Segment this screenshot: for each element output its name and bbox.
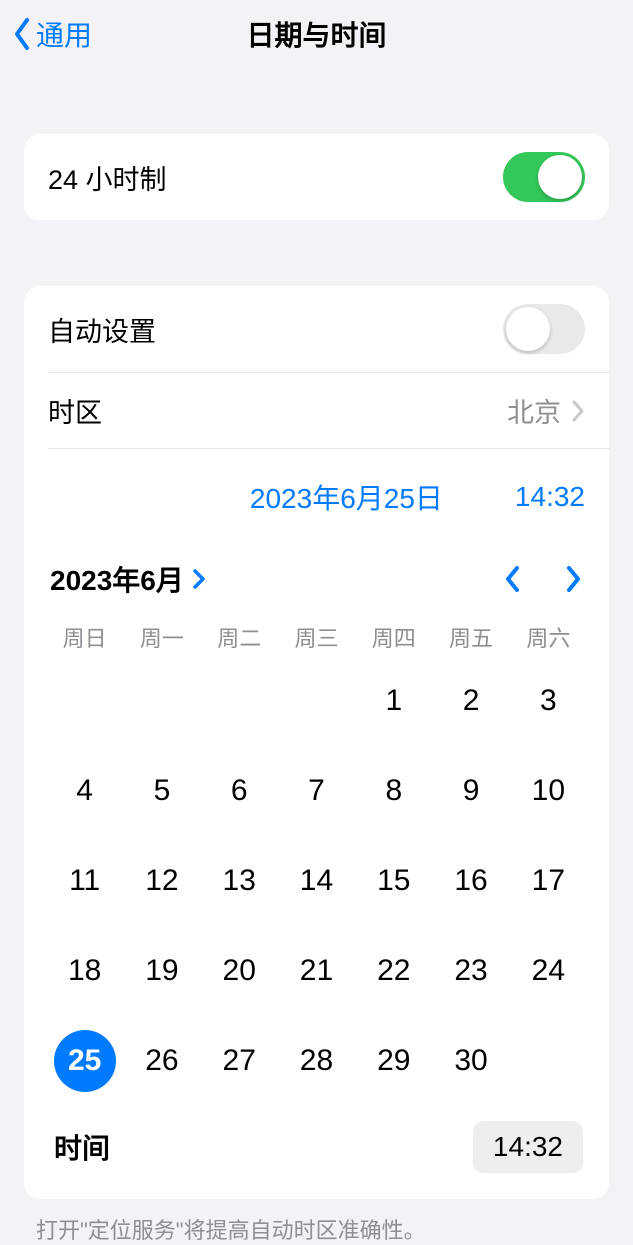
section-24hour: 24 小时制 (24, 134, 609, 220)
day-cell[interactable]: 2 (432, 669, 509, 733)
day-cell[interactable]: 11 (46, 849, 123, 913)
day-cell[interactable]: 16 (432, 849, 509, 913)
day-cell[interactable]: 21 (278, 939, 355, 1003)
chevron-right-icon (192, 568, 206, 590)
weekday-label: 周二 (201, 621, 278, 653)
toggle-24hour[interactable] (503, 152, 585, 202)
day-cell[interactable]: 15 (355, 849, 432, 913)
page-title: 日期与时间 (246, 14, 386, 54)
time-label: 时间 (50, 1127, 110, 1167)
day-cell[interactable]: 18 (46, 939, 123, 1003)
day-cell[interactable]: 8 (355, 759, 432, 823)
day-cell[interactable]: 25 (46, 1029, 123, 1093)
time-picker[interactable]: 14:32 (473, 1121, 583, 1173)
day-cell[interactable]: 20 (201, 939, 278, 1003)
section-datetime: 自动设置 时区 北京 2023年6月25日 14:32 2023年6月 (24, 286, 609, 1199)
header: 通用 日期与时间 (0, 0, 633, 68)
weekday-label: 周日 (46, 621, 123, 653)
calendar: 2023年6月 周日周一周二周三周四周五周六 12345678910111213… (24, 537, 609, 1199)
day-cell[interactable]: 13 (201, 849, 278, 913)
day-cell[interactable]: 28 (278, 1029, 355, 1093)
prev-month-button[interactable] (503, 564, 521, 594)
toggle-autoset[interactable] (503, 304, 585, 354)
day-cell[interactable]: 3 (510, 669, 587, 733)
weekday-label: 周四 (355, 621, 432, 653)
chevron-right-icon (571, 399, 585, 423)
day-empty (123, 669, 200, 733)
month-nav (503, 564, 583, 594)
day-cell[interactable]: 4 (46, 759, 123, 823)
day-cell[interactable]: 1 (355, 669, 432, 733)
day-cell[interactable]: 22 (355, 939, 432, 1003)
day-cell[interactable]: 5 (123, 759, 200, 823)
weekday-label: 周五 (432, 621, 509, 653)
row-autoset: 自动设置 (24, 286, 609, 372)
day-cell[interactable]: 10 (510, 759, 587, 823)
day-grid: 1234567891011121314151617181920212223242… (46, 669, 587, 1115)
toggle-knob (506, 307, 550, 351)
calendar-header: 2023年6月 (46, 537, 587, 615)
day-cell[interactable]: 19 (123, 939, 200, 1003)
day-empty (278, 669, 355, 733)
day-cell[interactable]: 9 (432, 759, 509, 823)
day-cell[interactable]: 29 (355, 1029, 432, 1093)
row-24hour: 24 小时制 (24, 134, 609, 220)
day-cell[interactable]: 7 (278, 759, 355, 823)
day-cell[interactable]: 17 (510, 849, 587, 913)
timezone-text: 北京 (507, 391, 561, 430)
day-cell[interactable]: 24 (510, 939, 587, 1003)
time-row: 时间 14:32 (46, 1115, 587, 1187)
day-cell[interactable]: 12 (123, 849, 200, 913)
value-timezone: 北京 (507, 391, 585, 430)
day-empty (201, 669, 278, 733)
weekday-header: 周日周一周二周三周四周五周六 (46, 615, 587, 669)
time-display[interactable]: 14:32 (515, 481, 585, 513)
day-cell[interactable]: 14 (278, 849, 355, 913)
date-display[interactable]: 2023年6月25日 (250, 477, 443, 517)
month-label-text: 2023年6月 (50, 559, 184, 599)
chevron-left-icon (12, 17, 32, 51)
day-cell[interactable]: 26 (123, 1029, 200, 1093)
weekday-label: 周六 (510, 621, 587, 653)
row-timezone[interactable]: 时区 北京 (24, 373, 609, 448)
day-cell[interactable]: 30 (432, 1029, 509, 1093)
toggle-knob (538, 155, 582, 199)
next-month-button[interactable] (565, 564, 583, 594)
label-autoset: 自动设置 (48, 310, 156, 349)
label-24hour: 24 小时制 (48, 158, 167, 197)
weekday-label: 周三 (278, 621, 355, 653)
footer-note: 打开"定位服务"将提高自动时区准确性。 (36, 1213, 597, 1245)
day-cell[interactable]: 6 (201, 759, 278, 823)
month-selector[interactable]: 2023年6月 (50, 559, 206, 599)
label-timezone: 时区 (48, 391, 102, 430)
day-empty (46, 669, 123, 733)
datetime-display-row: 2023年6月25日 14:32 (24, 449, 609, 537)
back-button[interactable]: 通用 (0, 14, 92, 54)
day-cell[interactable]: 23 (432, 939, 509, 1003)
back-label: 通用 (36, 14, 92, 54)
weekday-label: 周一 (123, 621, 200, 653)
day-cell[interactable]: 27 (201, 1029, 278, 1093)
